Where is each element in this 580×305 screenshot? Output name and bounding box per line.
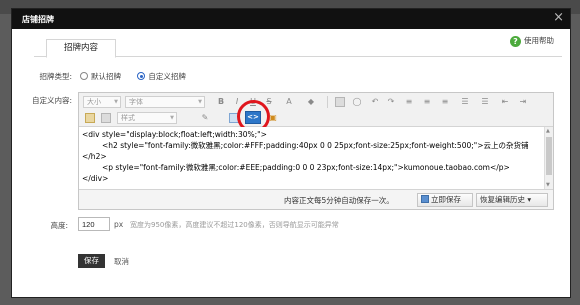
- highlight-color-icon[interactable]: ◆: [305, 96, 317, 108]
- image-icon[interactable]: [335, 97, 345, 107]
- html-source-area[interactable]: <div style="display:block;float:left;wid…: [79, 127, 553, 189]
- code-line: </div>: [82, 174, 109, 183]
- radio-selected-icon: [137, 72, 146, 80]
- disk-icon: [421, 195, 429, 203]
- scroll-down-icon[interactable]: ▼: [546, 182, 550, 188]
- close-icon[interactable]: ×: [553, 11, 564, 25]
- undo-icon[interactable]: ↶: [369, 96, 381, 108]
- scroll-up-icon[interactable]: ▲: [546, 128, 550, 134]
- dialog-titlebar: 店铺招牌 ×: [12, 9, 570, 29]
- rich-text-editor: 大小 字体 B I U S A ◆ ◯ ↶ ↷ ≡ ≡ ≡ ☰ ☰ ⇤ ⇥ 样式…: [78, 92, 554, 210]
- autosave-notice: 内容正文每5分钟自动保存一次。: [284, 196, 394, 205]
- radio-default-sign[interactable]: 默认招牌: [80, 72, 121, 81]
- bold-icon[interactable]: B: [215, 96, 227, 108]
- fullscreen-icon[interactable]: ▣: [267, 112, 279, 124]
- source-code: <div style="display:block;float:left;wid…: [82, 129, 540, 184]
- redo-icon[interactable]: ↷: [385, 96, 397, 108]
- clear-format-icon[interactable]: ✎: [199, 112, 211, 124]
- radio-custom-label: 自定义招牌: [148, 72, 186, 81]
- outdent-icon[interactable]: ⇤: [499, 96, 511, 108]
- height-unit: px: [114, 220, 124, 229]
- font-size-select[interactable]: 大小: [83, 96, 121, 108]
- radio-custom-sign[interactable]: 自定义招牌: [137, 72, 186, 81]
- radio-default-label: 默认招牌: [91, 72, 121, 81]
- radio-icon: [80, 72, 88, 80]
- font-color-icon[interactable]: A: [283, 96, 295, 108]
- cancel-link[interactable]: 取消: [114, 256, 129, 267]
- scroll-thumb[interactable]: [546, 137, 552, 175]
- tab-bar: 招牌内容: [34, 39, 562, 58]
- editor-toolbar: 大小 字体 B I U S A ◆ ◯ ↶ ↷ ≡ ≡ ≡ ☰ ☰ ⇤ ⇥ 样式…: [79, 93, 553, 133]
- table-icon[interactable]: [85, 113, 95, 123]
- editor-status-bar: 内容正文每5分钟自动保存一次。 立即保存 恢复编辑历史 ▾: [79, 189, 553, 209]
- toolbar-divider: [327, 96, 328, 108]
- code-line: <p style="font-family:微软雅黑;color:#EEE;pa…: [102, 163, 510, 172]
- sign-type-options: 默认招牌 自定义招牌: [80, 71, 200, 82]
- paste-icon[interactable]: [101, 113, 111, 123]
- vertical-scrollbar[interactable]: ▲ ▼: [544, 127, 553, 189]
- code-line: </h2>: [82, 152, 107, 161]
- indent-icon[interactable]: ⇥: [517, 96, 529, 108]
- restore-history-button[interactable]: 恢复编辑历史 ▾: [476, 193, 548, 207]
- bullet-list-icon[interactable]: ☰: [459, 96, 471, 108]
- align-center-icon[interactable]: ≡: [421, 96, 433, 108]
- numbered-list-icon[interactable]: ☰: [479, 96, 491, 108]
- height-hint: 宽度为950像素，高度建议不超过120像素，否则导航显示可能异常: [130, 221, 339, 229]
- sign-type-label: 招牌类型:: [39, 72, 72, 81]
- align-right-icon[interactable]: ≡: [439, 96, 451, 108]
- height-input[interactable]: [78, 217, 110, 231]
- save-button[interactable]: 保存: [78, 254, 105, 268]
- save-now-label: 立即保存: [431, 195, 461, 204]
- style-select[interactable]: 样式: [117, 112, 177, 124]
- height-label: 高度:: [50, 221, 68, 230]
- globe-icon[interactable]: ◯: [351, 96, 363, 108]
- code-line: <h2 style="font-family:微软雅黑;color:#FFF;p…: [102, 141, 529, 150]
- tab-sign-content[interactable]: 招牌内容: [46, 39, 116, 58]
- custom-content-label: 自定义内容:: [31, 96, 72, 105]
- font-family-select[interactable]: 字体: [125, 96, 205, 108]
- code-line: <div style="display:block;float:left;wid…: [82, 130, 267, 139]
- save-now-button[interactable]: 立即保存: [417, 193, 473, 207]
- align-left-icon[interactable]: ≡: [403, 96, 415, 108]
- dialog-title: 店铺招牌: [22, 15, 54, 24]
